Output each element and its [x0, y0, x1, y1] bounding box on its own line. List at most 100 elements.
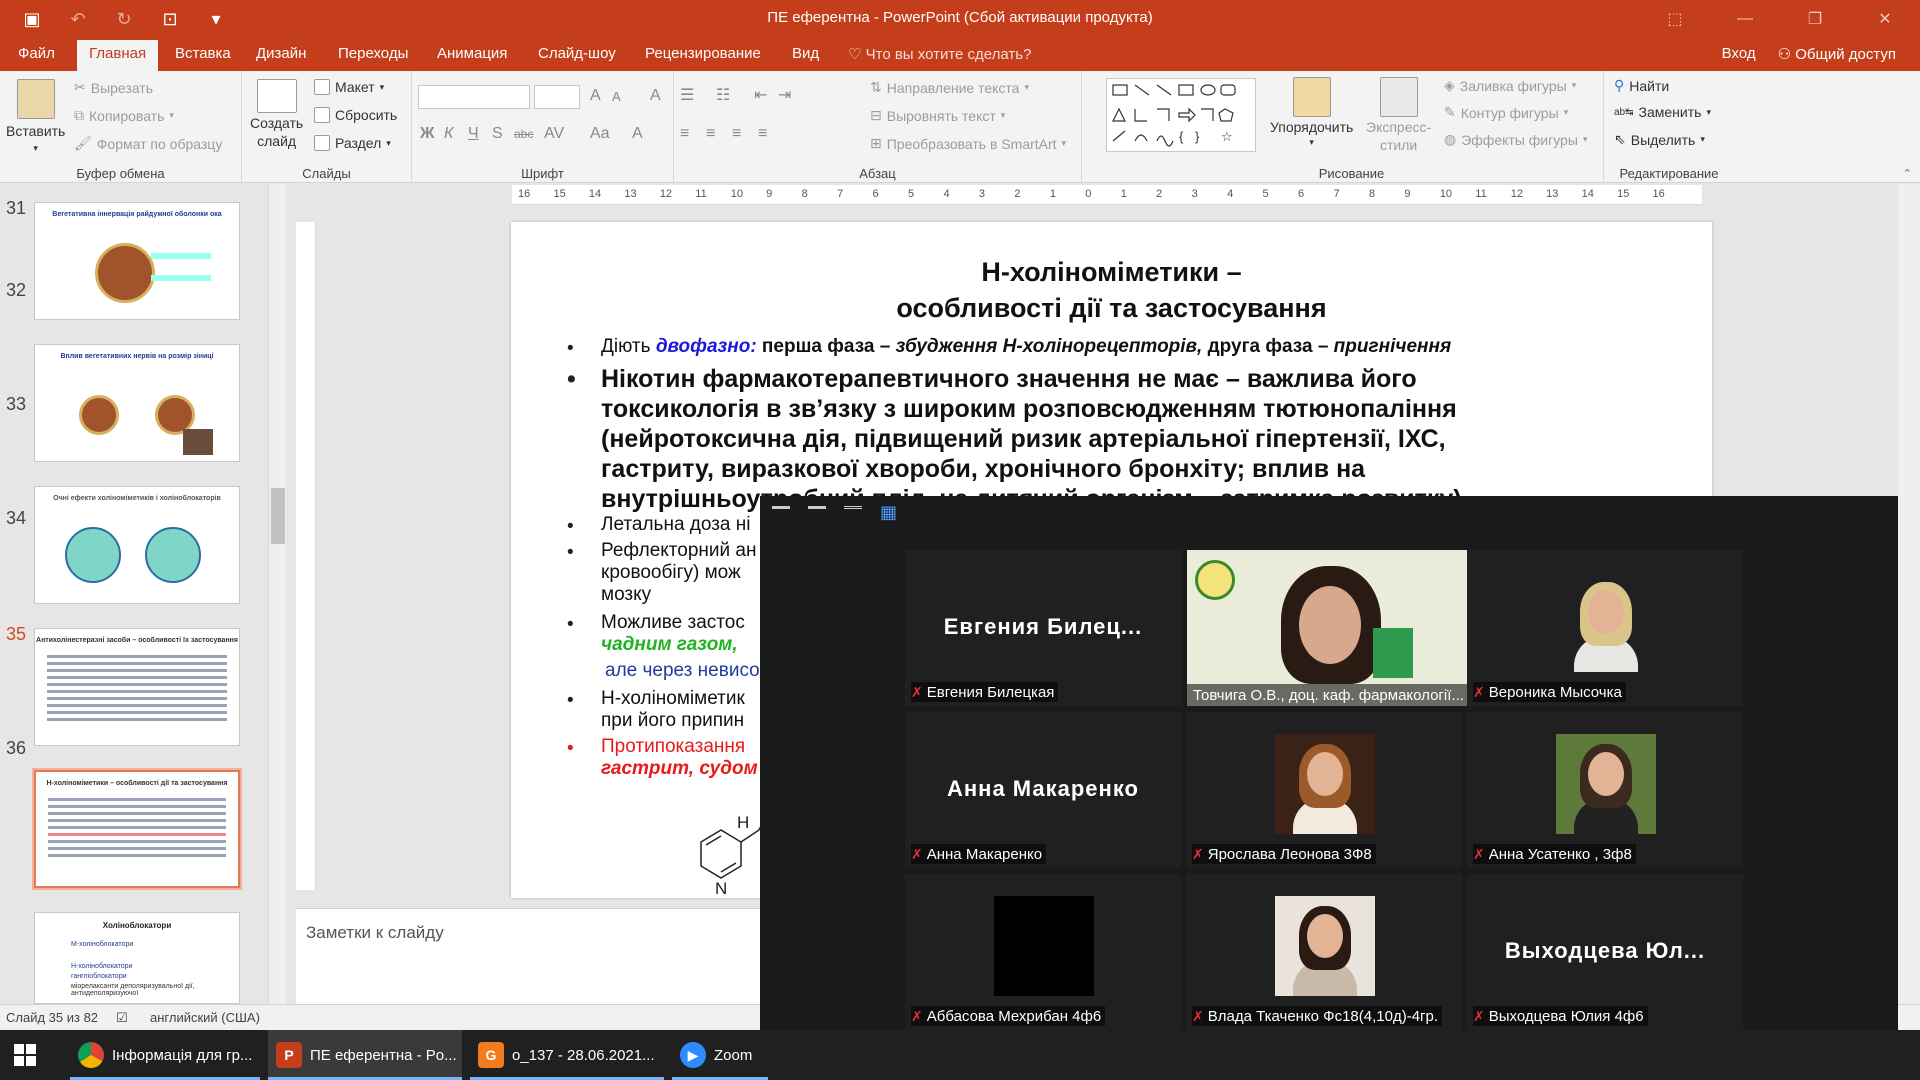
taskbar-document[interactable]: G o_137 - 28.06.2021... — [470, 1030, 664, 1080]
participant-tile[interactable]: Анна Макаренко ✗ Анна Макаренко — [905, 712, 1181, 868]
strikethrough-icon[interactable]: abc — [514, 127, 533, 141]
slide-scrollbar[interactable] — [1898, 184, 1920, 1004]
font-size-combo[interactable] — [534, 85, 580, 109]
slide-thumbnail[interactable]: Холіноблокатори М-холіноблокатори Н-холі… — [34, 912, 240, 1004]
align-center-icon[interactable]: ≡ — [706, 125, 715, 143]
replace-button[interactable]: ab↹ Заменить ▾ — [1614, 104, 1711, 120]
participant-tile[interactable]: ✗ Анна Усатенко , 3ф8 — [1467, 712, 1743, 868]
underline-icon[interactable]: Ч — [468, 125, 479, 143]
hide-video-icon[interactable] — [808, 506, 826, 518]
ruler-tick-label: 16 — [518, 188, 531, 200]
italic-icon[interactable]: К — [444, 125, 453, 143]
grow-font-icon[interactable]: A — [590, 87, 601, 105]
taskbar-chrome[interactable]: Інформація для гр... — [70, 1030, 260, 1080]
slide-thumbnail[interactable]: Вегетативна іннервація райдужної оболонк… — [34, 202, 240, 320]
ribbon-display-options-icon[interactable]: ⬚ — [1640, 0, 1710, 37]
tab-view[interactable]: Вид — [792, 45, 819, 62]
bullet-2: Нікотин фармакотерапевтичного значення н… — [601, 364, 1462, 514]
numbering-icon[interactable]: ☷ — [716, 85, 730, 105]
close-icon[interactable]: ✕ — [1850, 0, 1920, 37]
spacing-icon[interactable]: AV — [544, 125, 564, 143]
slide-thumbnail[interactable]: Очні ефекти холіноміметиків і холіноблок… — [34, 486, 240, 604]
section-button[interactable]: Раздел ▾ — [314, 135, 391, 151]
increase-indent-icon[interactable]: ⇥ — [778, 85, 791, 105]
ruler-tick-label: 11 — [695, 188, 707, 200]
align-left-icon[interactable]: ≡ — [680, 125, 689, 143]
active-speaker-tile[interactable]: Товчига О.В., доц. каф. фармакології... — [1187, 550, 1467, 706]
minimize-icon[interactable]: — — [1710, 0, 1780, 37]
shadow-icon[interactable]: S — [492, 125, 503, 143]
shape-outline-button[interactable]: ✎ Контур фигуры ▾ — [1444, 104, 1568, 121]
ruler-tick-label: 7 — [837, 188, 844, 200]
align-right-icon[interactable]: ≡ — [732, 125, 741, 143]
editing-group: ⚲ Найти ab↹ Заменить ▾ ⇖ Выделить ▾ Редактиро… — [1604, 71, 1734, 183]
tab-home[interactable]: Главная — [77, 40, 159, 71]
tab-slideshow[interactable]: Слайд-шоу — [538, 45, 616, 62]
tab-insert[interactable]: Вставка — [175, 45, 231, 62]
paste-button[interactable]: Вставить ▾ — [6, 79, 65, 154]
layout-button[interactable]: Макет ▾ — [314, 79, 384, 95]
tab-file[interactable]: Файл — [18, 45, 55, 62]
justify-icon[interactable]: ≡ — [758, 125, 767, 143]
shape-effects-button[interactable]: ◍ Эффекты фигуры ▾ — [1444, 131, 1587, 148]
tab-review[interactable]: Рецензирование — [645, 45, 761, 62]
taskbar-powerpoint[interactable]: P ПЕ еферентна - Po... — [268, 1030, 462, 1080]
text-direction-button[interactable]: ⇅ Направление текста ▾ — [870, 79, 1029, 96]
font-name-combo[interactable] — [418, 85, 530, 109]
minimize-video-icon[interactable] — [772, 506, 790, 518]
format-painter-label: Формат по образцу — [96, 135, 223, 152]
select-button[interactable]: ⇖ Выделить ▾ — [1614, 131, 1705, 148]
speaker-view-icon[interactable] — [844, 506, 862, 514]
tab-animations[interactable]: Анимация — [437, 45, 507, 62]
b1-part: перша фаза – — [756, 336, 896, 357]
clear-format-icon[interactable]: A — [650, 87, 661, 105]
slide-thumbnail[interactable]: Вплив вегетативних нервів на розмір зіни… — [34, 344, 240, 462]
participant-tile[interactable]: ✗ Влада Ткаченко Фс18(4,10д)-4гр. — [1186, 874, 1462, 1030]
eye-diagram-icon — [65, 527, 121, 583]
decrease-indent-icon[interactable]: ⇤ — [754, 85, 767, 105]
thumbnail-number: 33 — [6, 394, 27, 414]
sign-in-link[interactable]: Вход — [1722, 45, 1756, 63]
ruler-tick-label: 2 — [1014, 188, 1021, 200]
format-painter-button[interactable]: 🖌 Формат по образцу — [74, 135, 222, 152]
thumbnail-scrollbar[interactable] — [268, 184, 286, 1004]
maximize-icon[interactable]: ❐ — [1780, 0, 1850, 37]
chevron-down-icon: ▾ — [379, 81, 385, 92]
scroll-thumb[interactable] — [271, 488, 285, 544]
spellcheck-icon[interactable]: ☑ — [116, 1010, 128, 1026]
bold-icon[interactable]: Ж — [420, 125, 434, 143]
reset-button[interactable]: Сбросить — [314, 107, 397, 123]
align-text-button[interactable]: ⊟ Выровнять текст ▾ — [870, 107, 1005, 124]
tell-me-search[interactable]: ♡ Что вы хотите сделать? — [848, 45, 1031, 63]
copy-button[interactable]: ⧉ Копировать ▾ — [74, 107, 174, 124]
cut-button[interactable]: ✂ Вырезать — [74, 79, 153, 96]
gallery-view-icon[interactable]: ▦ — [880, 503, 898, 521]
participant-tile[interactable]: Выходцева Юл... ✗ Выходцева Юлия 4ф6 — [1467, 874, 1743, 1030]
arrange-button[interactable]: Упорядочить ▾ — [1270, 77, 1353, 148]
ruler-tick-label: 3 — [1191, 188, 1198, 200]
shape-fill-button[interactable]: ◈ Заливка фигуры ▾ — [1444, 77, 1576, 94]
collapse-ribbon-icon[interactable]: ⌃ — [1903, 167, 1912, 180]
quick-styles-button[interactable]: Экспресс- стили — [1366, 77, 1431, 153]
tab-design[interactable]: Дизайн — [256, 45, 306, 62]
shapes-gallery[interactable]: {} ☆ — [1106, 78, 1256, 152]
ruler-tick-label: 13 — [624, 188, 637, 200]
share-button[interactable]: ⚇ Общий доступ — [1778, 45, 1896, 63]
find-button[interactable]: ⚲ Найти — [1614, 77, 1669, 94]
slide-thumbnail[interactable]: Антихолінестеразні засоби – особливості … — [34, 628, 240, 746]
shrink-font-icon[interactable]: A — [612, 89, 621, 104]
participant-tile[interactable]: ✗ Аббасова Мехрибан 4ф6 — [905, 874, 1181, 1030]
participant-tile[interactable]: Евгения Билец... ✗ Евгения Билецкая — [905, 550, 1181, 706]
taskbar-zoom[interactable]: ▶ Zoom — [672, 1030, 768, 1080]
language-status[interactable]: английский (США) — [150, 1010, 260, 1025]
participant-tile[interactable]: ✗ Ярослава Леонова 3Ф8 — [1186, 712, 1462, 868]
slide-thumbnail-current[interactable]: Н-холіноміметики – особливості дії та за… — [32, 768, 242, 890]
participant-tile[interactable]: ✗ Вероника Мысочка — [1467, 550, 1743, 706]
tab-transitions[interactable]: Переходы — [338, 45, 408, 62]
change-case-icon[interactable]: Aa — [590, 125, 610, 143]
font-color-icon[interactable]: A — [632, 125, 643, 143]
convert-smartart-button[interactable]: ⊞ Преобразовать в SmartArt ▾ — [870, 135, 1066, 152]
windows-start-icon[interactable] — [14, 1044, 36, 1066]
bullets-icon[interactable]: ☰ — [680, 85, 694, 105]
new-slide-button[interactable]: Создать слайд — [250, 79, 303, 149]
